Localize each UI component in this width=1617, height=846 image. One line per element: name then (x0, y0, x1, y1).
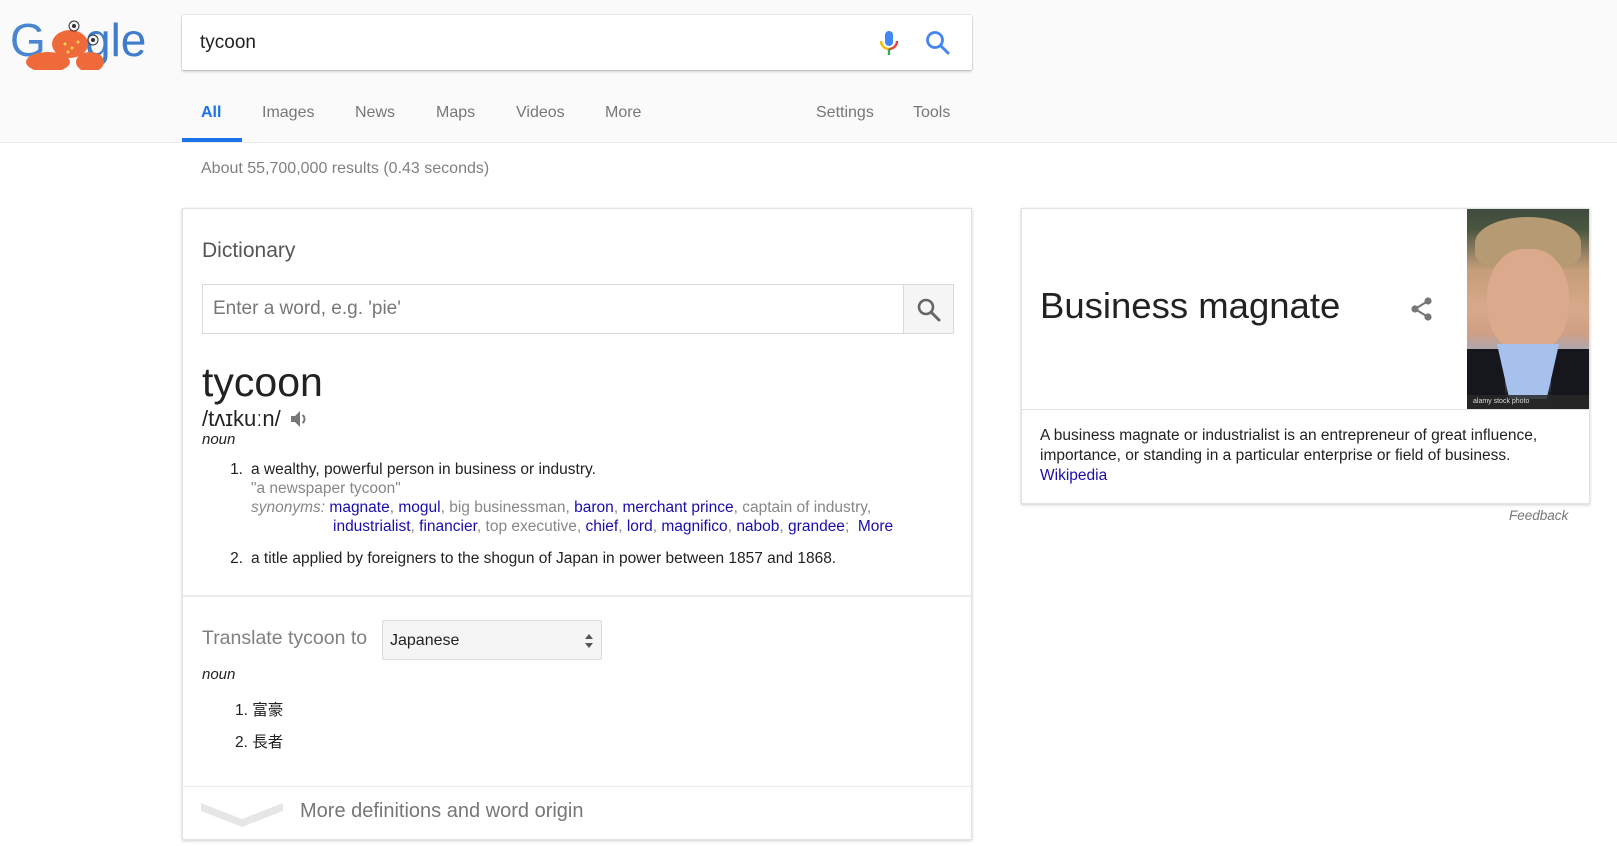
synonym: top executive (485, 518, 577, 535)
translate-part-of-speech: noun (202, 666, 236, 683)
speaker-icon[interactable] (288, 408, 310, 430)
knowledge-panel-title: Business magnate (1040, 285, 1341, 326)
tab-news[interactable]: News (355, 104, 395, 122)
synonym[interactable]: chief (585, 518, 618, 535)
search-box (182, 15, 972, 70)
tab-more[interactable]: More (605, 104, 641, 122)
synonym[interactable]: lord (627, 518, 653, 535)
translate-label: Translate tycoon to (202, 627, 368, 649)
synonym[interactable]: baron (574, 499, 614, 516)
microphone-icon[interactable] (875, 29, 903, 57)
synonyms-more-link[interactable]: More (858, 518, 893, 535)
translation-number: 2. (235, 734, 248, 751)
dictionary-search-input[interactable] (203, 285, 903, 333)
tab-tools[interactable]: Tools (913, 104, 950, 122)
synonym[interactable]: magnifico (661, 518, 727, 535)
synonym[interactable]: mogul (398, 499, 440, 516)
feedback-link[interactable]: Feedback (1509, 508, 1568, 523)
phonetic: /tʌɪkuːn/ (202, 406, 281, 431)
select-arrows-icon (585, 634, 593, 648)
knowledge-panel-description: A business magnate or industrialist is a… (1040, 426, 1580, 486)
synonym: big businessman (449, 499, 566, 516)
synonyms-row-2: industrialist, financier, top executive,… (333, 518, 894, 535)
dictionary-search-button[interactable] (903, 285, 953, 333)
definition-text: a title applied by foreigners to the sho… (251, 550, 837, 567)
translation-item: 1. 富豪 (235, 698, 283, 720)
section-divider (183, 595, 971, 597)
google-doodle-logo[interactable]: G gle (10, 14, 160, 72)
wikipedia-link[interactable]: Wikipedia (1040, 467, 1107, 484)
definition-number: 2. (230, 550, 243, 567)
tab-maps[interactable]: Maps (436, 104, 475, 122)
share-icon[interactable] (1409, 296, 1435, 322)
definition-text: a wealthy, powerful person in business o… (251, 461, 596, 478)
search-icon (917, 298, 941, 322)
more-definitions-button[interactable]: More definitions and word origin (183, 787, 971, 839)
headword: tycoon (202, 359, 323, 405)
synonym[interactable]: merchant prince (622, 499, 733, 516)
translation-number: 1. (235, 702, 248, 719)
translation-text: 富豪 (252, 702, 284, 719)
knowledge-panel-image[interactable]: alamy stock photo (1467, 209, 1589, 409)
definition-example: "a newspaper tycoon" (251, 480, 401, 497)
image-face (1487, 249, 1569, 353)
synonyms-row-1: synonyms: magnate, mogul, big businessma… (251, 499, 872, 516)
language-select[interactable]: Japanese (382, 620, 602, 660)
synonym[interactable]: financier (419, 518, 477, 535)
language-select-value: Japanese (390, 632, 460, 649)
synonym[interactable]: magnate (329, 499, 389, 516)
dictionary-title: Dictionary (202, 239, 296, 262)
synonym[interactable]: industrialist (333, 518, 411, 535)
definition-number: 1. (230, 461, 243, 478)
dictionary-card: Dictionary tycoon /tʌɪkuːn/ noun 1. a we… (182, 208, 972, 840)
more-definitions-label: More definitions and word origin (300, 800, 584, 822)
synonyms-label: synonyms: (251, 499, 326, 516)
header: G gle tycoon All Images News Maps Videos… (0, 0, 1617, 143)
synonym[interactable]: grandee (788, 518, 845, 535)
active-tab-indicator (182, 138, 242, 142)
description-text: A business magnate or industrialist is a… (1040, 427, 1538, 464)
chevron-down-icon (201, 803, 283, 827)
synonym: captain of industry (742, 499, 867, 516)
image-caption: alamy stock photo (1467, 395, 1589, 409)
translation-text: 長者 (252, 734, 284, 751)
tab-all[interactable]: All (201, 104, 221, 122)
tab-videos[interactable]: Videos (516, 104, 565, 122)
translation-item: 2. 長者 (235, 730, 283, 752)
dictionary-search (202, 284, 954, 334)
result-stats: About 55,700,000 results (0.43 seconds) (201, 160, 490, 177)
tab-images[interactable]: Images (262, 104, 314, 122)
knowledge-panel: Business magnate alamy stock photo A bus… (1021, 208, 1590, 504)
part-of-speech: noun (202, 431, 236, 448)
search-icon[interactable] (924, 29, 952, 57)
synonym[interactable]: nabob (736, 518, 779, 535)
search-input[interactable] (200, 15, 840, 70)
tab-settings[interactable]: Settings (816, 104, 874, 122)
image-shirt (1497, 344, 1559, 399)
knowledge-panel-divider (1022, 409, 1589, 410)
